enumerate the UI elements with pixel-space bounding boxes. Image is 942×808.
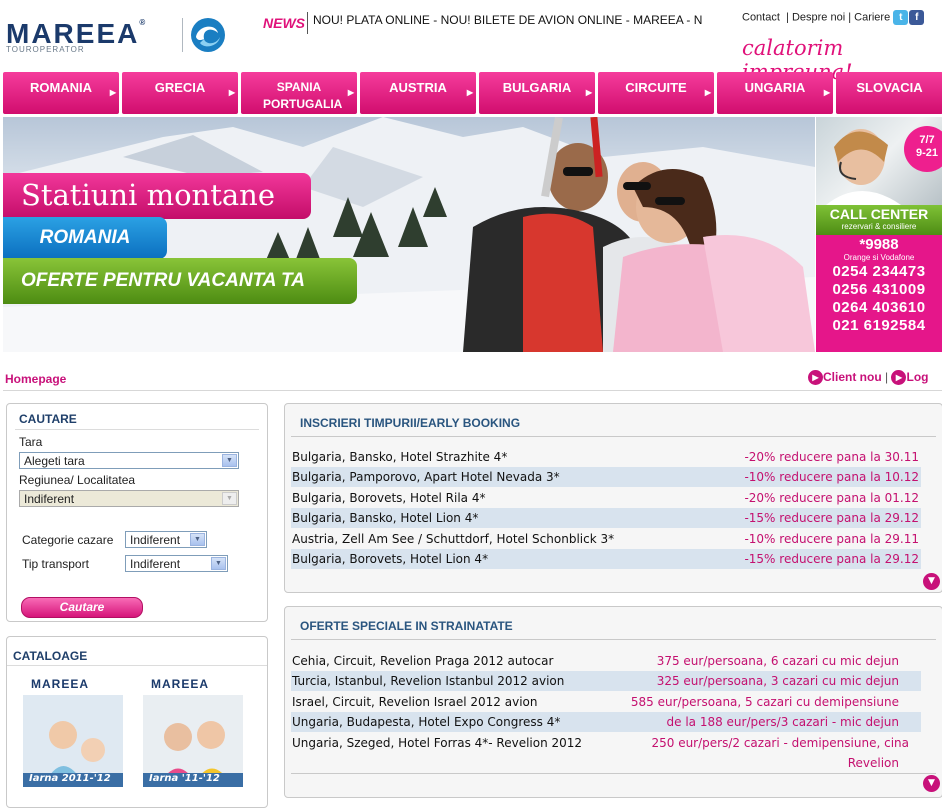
- category-label: Categorie cazare: [22, 533, 114, 547]
- arrow-right-icon: ▶: [109, 88, 116, 97]
- banner-offers: OFERTE PENTRU VACANTA TA: [3, 258, 357, 304]
- early-booking-panel: INSCRIERI TIMPURII/EARLY BOOKING Bulgari…: [284, 403, 942, 593]
- divider: [291, 639, 936, 640]
- category-select[interactable]: Indiferent ▼: [125, 531, 207, 548]
- catalog-title: CATALOAGE: [13, 649, 88, 663]
- call-center-heading: CALL CENTER rezervari & consiliere: [816, 205, 942, 235]
- catalog-caption: Iarna '11-'12: [149, 773, 220, 784]
- main-nav: ROMANIA ▶ GRECIA ▶ SPANIA PORTUGALIA ▶ AUST…: [3, 72, 942, 114]
- banner-title: Statiuni montane: [3, 173, 311, 219]
- catalog-cover[interactable]: Iarna 2011-'12: [23, 695, 123, 787]
- nav-item-bulgaria[interactable]: BULGARIA ▶: [479, 72, 595, 114]
- country-label: Tara: [19, 435, 43, 449]
- phone-number: 021 6192584: [832, 317, 926, 334]
- divider: [291, 436, 936, 437]
- offer-row[interactable]: Ungaria, Budapesta, Hotel Expo Congress …: [291, 712, 921, 732]
- special-offers-title: OFERTE SPECIALE IN STRAINATATE: [300, 619, 513, 633]
- phone-number: 0256 431009: [832, 281, 926, 298]
- play-arrow-icon: ▶: [891, 370, 907, 386]
- divider: [15, 429, 259, 430]
- catalog-caption: Iarna 2011-'12: [29, 773, 111, 784]
- catalog-brand: MAREEA: [31, 677, 90, 691]
- news-label: NEWS: [263, 15, 305, 31]
- chevron-down-icon: ▼: [190, 533, 205, 546]
- chevron-down-icon: ▼: [222, 454, 237, 467]
- short-code-note: Orange si Vodafone: [843, 253, 915, 262]
- top-links: Contact | Despre noi | Cariere tf: [742, 10, 925, 25]
- nav-item-circuite[interactable]: CIRCUITE ▶: [598, 72, 714, 114]
- nav-item-slovacia[interactable]: SLOVACIA: [836, 72, 942, 114]
- offer-row[interactable]: Ungaria, Szeged, Hotel Forras 4*- Reveli…: [291, 733, 921, 773]
- transport-select[interactable]: Indiferent ▼: [125, 555, 228, 572]
- news-ticker[interactable]: NOU! PLATA ONLINE - NOU! BILETE DE AVION…: [313, 13, 711, 27]
- news-divider: [307, 12, 308, 34]
- catalog-panel: CATALOAGE MAREEA MAREEA Iarna 2011-'12 I…: [6, 636, 268, 808]
- offer-row[interactable]: Cehia, Circuit, Revelion Praga 2012 auto…: [291, 651, 921, 671]
- offer-row[interactable]: Bulgaria, Borovets, Hotel Lion 4* -15% re…: [291, 549, 921, 569]
- breadcrumb-home[interactable]: Homepage: [5, 372, 66, 386]
- search-button[interactable]: Cautare: [21, 597, 143, 618]
- twitter-icon[interactable]: t: [893, 10, 909, 25]
- chevron-down-icon: ▼: [222, 492, 237, 505]
- nav-item-ungaria[interactable]: UNGARIA ▶: [717, 72, 833, 114]
- nav-item-spania-portugalia[interactable]: SPANIA PORTUGALIA ▶: [241, 72, 357, 114]
- offer-row[interactable]: Austria, Zell Am See / Schuttdorf, Hotel…: [291, 529, 921, 549]
- nav-item-romania[interactable]: ROMANIA ▶: [3, 72, 119, 114]
- banner-country: ROMANIA: [3, 217, 167, 259]
- offer-row[interactable]: Israel, Circuit, Revelion Israel 2012 av…: [291, 692, 921, 712]
- offer-row[interactable]: Bulgaria, Bansko, Hotel Lion 4* -15% redu…: [291, 508, 921, 528]
- offer-row[interactable]: Bulgaria, Pamporovo, Apart Hotel Nevada …: [291, 467, 921, 487]
- more-down-icon[interactable]: ▼: [923, 573, 940, 590]
- arrow-right-icon: ▶: [585, 88, 592, 97]
- divider: [7, 665, 267, 666]
- region-label: Regiunea/ Localitatea: [19, 473, 136, 487]
- search-title: CAUTARE: [19, 412, 77, 426]
- divider: [3, 390, 942, 391]
- search-panel: CAUTARE Tara Alegeti tara ▼ Regiunea/ Loc…: [6, 403, 268, 622]
- facebook-icon[interactable]: f: [909, 10, 925, 25]
- short-code: *9988: [859, 236, 899, 253]
- arrow-right-icon: ▶: [823, 88, 830, 97]
- catalog-cover[interactable]: Iarna '11-'12: [143, 695, 243, 787]
- wave-logo-icon: [191, 18, 225, 52]
- nav-item-grecia[interactable]: GRECIA ▶: [122, 72, 238, 114]
- offer-row[interactable]: Bulgaria, Bansko, Hotel Strazhite 4* -20%…: [291, 447, 921, 467]
- login-link[interactable]: Log: [906, 370, 928, 384]
- logo-subtitle: TOUROPERATOR: [6, 45, 85, 54]
- call-center-panel: 7/7 9-21 CALL CENTER rezervari & consilie…: [816, 117, 942, 352]
- catalog-brand: MAREEA: [151, 677, 210, 691]
- chevron-down-icon: ▼: [211, 557, 226, 570]
- country-select[interactable]: Alegeti tara ▼: [19, 452, 239, 469]
- divider: [291, 773, 936, 774]
- logo-divider: [182, 18, 183, 52]
- special-offers-panel: OFERTE SPECIALE IN STRAINATATE Cehia, Ci…: [284, 606, 942, 798]
- careers-link[interactable]: Cariere: [854, 11, 890, 23]
- hero-banner[interactable]: Statiuni montane ROMANIA OFERTE PENTRU V…: [3, 117, 815, 352]
- arrow-right-icon: ▶: [228, 88, 235, 97]
- nav-item-austria[interactable]: AUSTRIA ▶: [360, 72, 476, 114]
- new-client-link[interactable]: Client nou: [823, 370, 882, 384]
- offer-row[interactable]: Turcia, Istanbul, Revelion Istanbul 2012…: [291, 671, 921, 691]
- phone-number: 0254 234473: [832, 263, 926, 280]
- offer-row[interactable]: Bulgaria, Borovets, Hotel Rila 4* -20% re…: [291, 488, 921, 508]
- early-booking-title: INSCRIERI TIMPURII/EARLY BOOKING: [300, 416, 521, 430]
- arrow-right-icon: ▶: [466, 88, 473, 97]
- arrow-right-icon: ▶: [347, 88, 354, 97]
- hours-badge: 7/7 9-21: [904, 126, 942, 172]
- region-select[interactable]: Indiferent ▼: [19, 490, 239, 507]
- more-down-icon[interactable]: ▼: [923, 775, 940, 792]
- arrow-right-icon: ▶: [704, 88, 711, 97]
- contact-link[interactable]: Contact: [742, 11, 780, 23]
- about-link[interactable]: Despre noi: [792, 11, 845, 23]
- transport-label: Tip transport: [22, 557, 89, 571]
- account-links: ▶ Client nou | ▶ Log: [808, 370, 928, 386]
- phone-number: 0264 403610: [832, 299, 926, 316]
- call-center-contacts: *9988 Orange si Vodafone 0254 234473 025…: [816, 237, 942, 335]
- play-arrow-icon: ▶: [808, 370, 823, 386]
